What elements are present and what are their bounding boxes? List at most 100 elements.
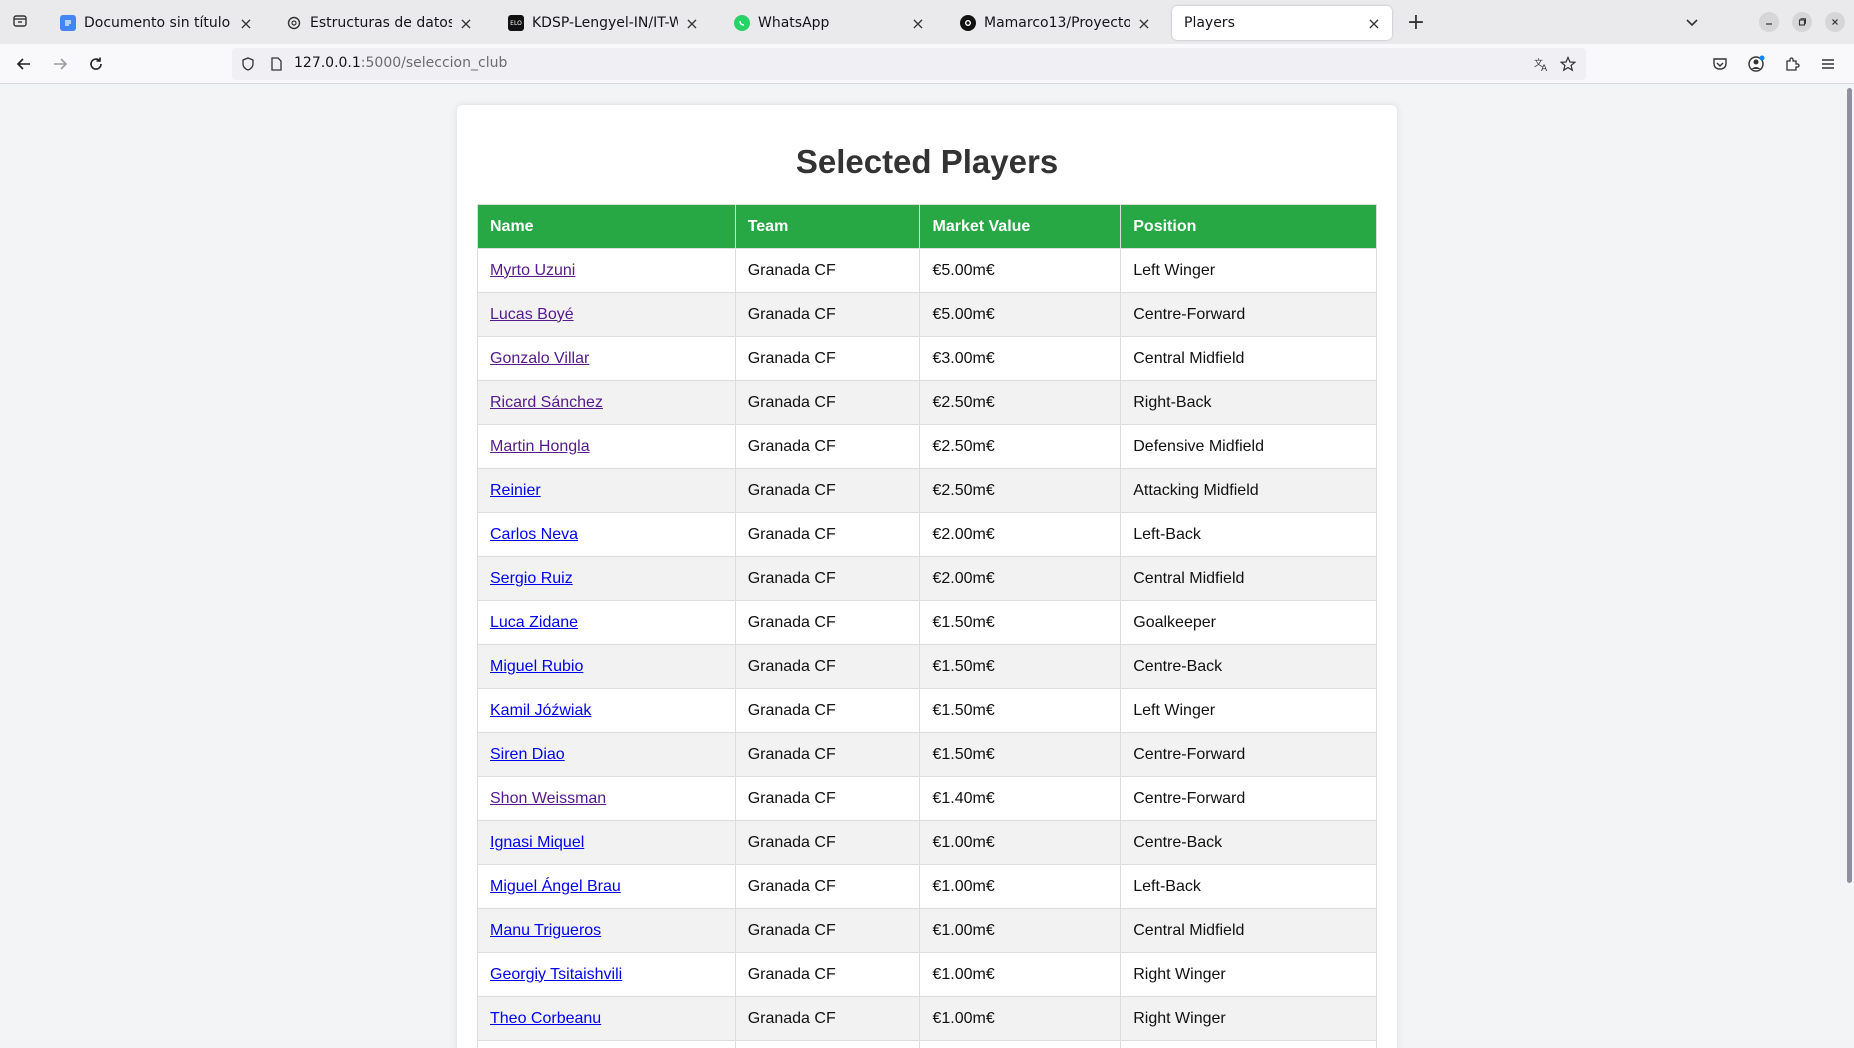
table-row: Gonzalo Villar Granada CF €3.00m€ Central M… (477, 336, 1377, 381)
forward-arrow-icon[interactable] (46, 50, 74, 78)
cell-team: Granada CF (734, 380, 921, 425)
tab-github[interactable]: Mamarco13/Proyecto_K × (948, 6, 1162, 40)
tab-whatsapp[interactable]: WhatsApp × (722, 6, 936, 40)
page-info-icon[interactable] (268, 56, 284, 72)
cell-team: Granada CF (734, 292, 921, 337)
pocket-icon[interactable] (1708, 52, 1732, 76)
player-link[interactable]: Carlos Neva (490, 526, 578, 543)
minimize-icon[interactable] (1759, 12, 1779, 32)
player-link[interactable]: Martin Hongla (490, 438, 590, 455)
cell-name: Carlos Neva (477, 512, 736, 557)
cell-team: Granada CF (734, 248, 921, 293)
table-row: Shon Weissman Granada CF €1.40m€ Centre-For… (477, 776, 1377, 821)
cell-position: Central Midfield (1120, 556, 1377, 601)
account-icon[interactable] (1744, 52, 1768, 76)
cell-position: Right-Back (1120, 380, 1377, 425)
table-row: Sergio Ruiz Granada CF €2.00m€ Central Midf… (477, 556, 1377, 601)
cell-position: Centre-Back (1120, 644, 1377, 689)
table-row: Luca Zidane Granada CF €1.50m€ Goalkeeper (477, 600, 1377, 645)
player-link[interactable]: Gonzalo Villar (490, 350, 589, 367)
player-link[interactable]: Georgiy Tsitaishvili (490, 966, 622, 983)
cell-market-value: €2.50m€ (919, 380, 1122, 425)
close-icon[interactable]: × (236, 13, 256, 33)
cell-market-value: €3.00m€ (919, 336, 1122, 381)
table-row: Georgiy Tsitaishvili Granada CF €1.00m€ Rig… (477, 952, 1377, 997)
window-close-icon[interactable] (1825, 12, 1845, 32)
cell-market-value: €1.50m€ (919, 688, 1122, 733)
chevron-down-icon[interactable] (1680, 10, 1704, 34)
restore-icon[interactable] (1792, 12, 1812, 32)
close-icon[interactable]: × (1364, 13, 1384, 33)
reload-icon[interactable] (82, 50, 110, 78)
shield-icon[interactable] (240, 56, 256, 72)
player-link[interactable]: Kamil Jóźwiak (490, 702, 591, 719)
cell-position: Central Midfield (1120, 908, 1377, 953)
cell-market-value: €1.40m€ (919, 776, 1122, 821)
cell-position: Attacking Midfield (1120, 468, 1377, 513)
chatgpt-icon (286, 15, 302, 31)
cell-team: Granada CF (734, 556, 921, 601)
tab-list-icon[interactable] (8, 8, 32, 34)
cell-name: Miguel Ángel Brau (477, 864, 736, 909)
new-tab-icon[interactable]: + (1402, 8, 1430, 36)
cell-market-value: €2.00m€ (919, 512, 1122, 557)
player-link[interactable]: Ignasi Miquel (490, 834, 584, 851)
cell-team: Granada CF (734, 732, 921, 777)
kaggle-elo-icon: ELO (508, 15, 524, 31)
github-icon (960, 15, 976, 31)
player-link[interactable]: Manu Trigueros (490, 922, 601, 939)
tab-kdsp[interactable]: ELO KDSP-Lengyel-IN/IT-WiSe × (496, 6, 710, 40)
player-link[interactable]: Ricard Sánchez (490, 394, 603, 411)
close-icon[interactable]: × (908, 13, 928, 33)
player-link[interactable]: Luca Zidane (490, 614, 578, 631)
back-arrow-icon[interactable] (10, 50, 38, 78)
table-header-row: Name Team Market Value Position (477, 204, 1377, 249)
close-icon[interactable]: × (682, 13, 702, 33)
tab-players[interactable]: Players × (1172, 6, 1392, 40)
player-link[interactable]: Reinier (490, 482, 541, 499)
address-bar[interactable]: 127.0.0.1:5000/seleccion_club 文A (232, 48, 1586, 80)
close-icon[interactable]: × (1134, 13, 1154, 33)
player-link[interactable]: Miguel Ángel Brau (490, 878, 621, 895)
player-link[interactable]: Siren Diao (490, 746, 565, 763)
translate-icon[interactable]: 文A (1534, 56, 1550, 72)
cell-name: Luca Zidane (477, 600, 736, 645)
player-link[interactable]: Miguel Rubio (490, 658, 583, 675)
tab-estructuras[interactable]: Estructuras de datos usa × (274, 6, 484, 40)
table-row (477, 1040, 1377, 1048)
cell-market-value: €1.00m€ (919, 820, 1122, 865)
tab-strip: Documento sin título - D × Estructuras d… (0, 0, 1854, 44)
cell-market-value: €1.00m€ (919, 952, 1122, 997)
player-link[interactable]: Myrto Uzuni (490, 262, 575, 279)
cell-name: Kamil Jóźwiak (477, 688, 736, 733)
cell-position: Centre-Forward (1120, 732, 1377, 777)
url-text[interactable]: 127.0.0.1:5000/seleccion_club (294, 55, 507, 71)
player-link[interactable]: Lucas Boyé (490, 306, 574, 323)
cell-market-value: €2.50m€ (919, 468, 1122, 513)
tab-documento[interactable]: Documento sin título - D × (48, 6, 264, 40)
player-link[interactable]: Sergio Ruiz (490, 570, 573, 587)
cell-market-value: €1.00m€ (919, 996, 1122, 1041)
bookmark-star-icon[interactable] (1560, 56, 1576, 72)
vertical-scrollbar[interactable] (1842, 85, 1854, 1048)
svg-text:A: A (1541, 64, 1548, 72)
column-header-team: Team (734, 204, 921, 249)
scrollbar-thumb[interactable] (1847, 88, 1852, 883)
close-icon[interactable]: × (456, 13, 476, 33)
cell-team: Granada CF (734, 424, 921, 469)
cell-team: Granada CF (734, 512, 921, 557)
table-row: Manu Trigueros Granada CF €1.00m€ Central M… (477, 908, 1377, 953)
extensions-icon[interactable] (1780, 52, 1804, 76)
player-link[interactable]: Shon Weissman (490, 790, 606, 807)
whatsapp-icon (734, 15, 750, 31)
cell-team: Granada CF (734, 644, 921, 689)
cell-name (477, 1040, 736, 1048)
google-docs-icon (60, 15, 76, 31)
players-table: Name Team Market Value Position Myrto Uz… (477, 204, 1377, 1048)
player-link[interactable]: Theo Corbeanu (490, 1010, 601, 1027)
tab-title: Estructuras de datos usa (310, 15, 452, 31)
column-header-name: Name (477, 204, 736, 249)
hamburger-menu-icon[interactable] (1816, 52, 1840, 76)
table-row: Lucas Boyé Granada CF €5.00m€ Centre-Forwar… (477, 292, 1377, 337)
cell-position: Goalkeeper (1120, 600, 1377, 645)
